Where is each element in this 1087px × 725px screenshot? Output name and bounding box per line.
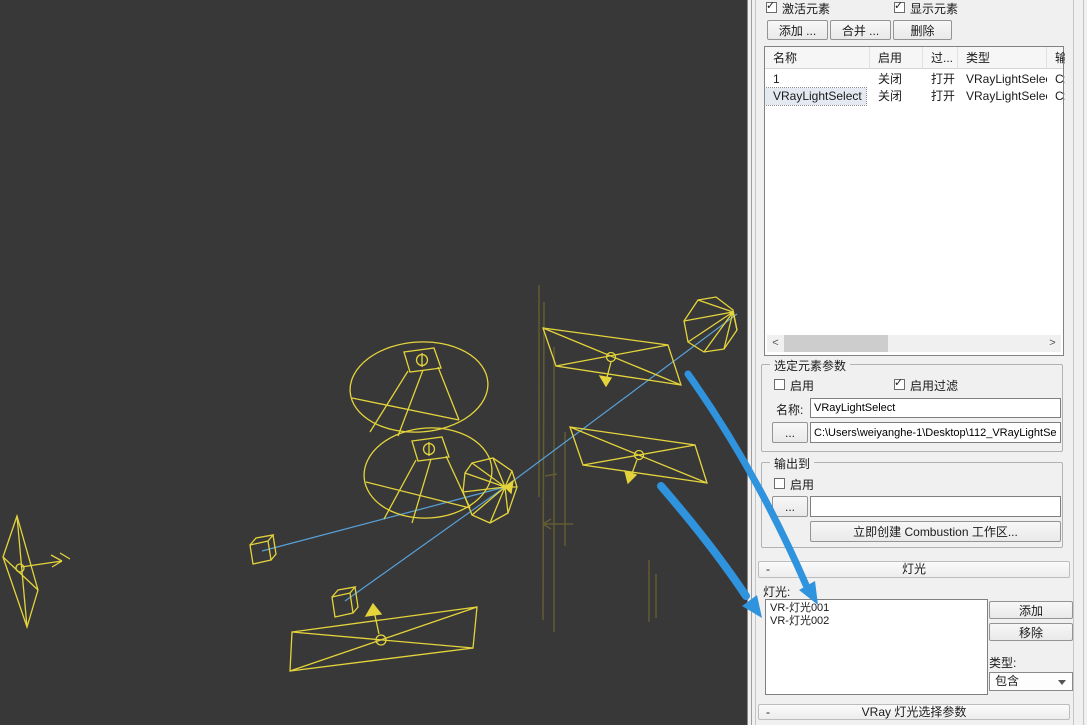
light-target-lines — [262, 314, 737, 601]
panel-edge-line-2 — [755, 0, 756, 725]
list-item[interactable]: VR-灯光001 — [770, 602, 983, 615]
cone-light-top-right[interactable] — [684, 297, 737, 352]
cell-filter[interactable]: 打开 — [923, 88, 958, 105]
disc-light-upper[interactable] — [347, 337, 491, 436]
delete-element-button[interactable]: 删除 — [893, 20, 952, 40]
3d-viewport[interactable] — [0, 0, 747, 725]
create-combustion-workspace-button[interactable]: 立即创建 Combustion 工作区... — [810, 521, 1061, 542]
cell-filter[interactable]: 打开 — [923, 71, 958, 88]
element-enable-label: 启用 — [790, 377, 814, 394]
element-name-input[interactable] — [810, 398, 1061, 418]
vray-light-select-params-rollout-bar[interactable]: - VRay 灯光选择参数 — [758, 704, 1070, 720]
panel-edge-line — [751, 0, 752, 725]
cell-output[interactable]: C:\ — [1047, 88, 1065, 105]
viewport-scene — [0, 0, 747, 725]
column-header-output[interactable]: 输 — [1047, 47, 1065, 69]
output-enable-label: 启用 — [790, 476, 814, 493]
column-header-filter[interactable]: 过... — [923, 47, 958, 69]
render-elements-panel: 激活元素 显示元素 添加 ... 合并 ... 删除 名称 启用 过... 类型… — [747, 0, 1087, 725]
lights-rollout-bar[interactable]: - 灯光 — [758, 561, 1070, 578]
element-enable-checkbox[interactable] — [774, 379, 785, 390]
lights-listbox[interactable]: VR-灯光001 VR-灯光002 — [765, 599, 988, 695]
output-path-input[interactable] — [810, 496, 1061, 517]
application-window: 激活元素 显示元素 添加 ... 合并 ... 删除 名称 启用 过... 类型… — [0, 0, 1087, 725]
chevron-down-icon — [1058, 680, 1066, 685]
panel-right-line — [1073, 0, 1074, 725]
column-header-type[interactable]: 类型 — [958, 47, 1047, 69]
plane-light-mid-right[interactable] — [570, 427, 707, 483]
scroll-right-icon[interactable]: > — [1044, 335, 1061, 352]
render-elements-table[interactable]: 名称 启用 过... 类型 输 1 关闭 打开 VRayLightSelect … — [764, 46, 1064, 356]
cell-type[interactable]: VRayLightSelect — [958, 88, 1047, 105]
plane-light-bottom[interactable] — [290, 604, 477, 671]
cell-type[interactable]: VRayLightSelect — [958, 71, 1047, 88]
column-header-enabled[interactable]: 启用 — [870, 47, 923, 69]
cell-enabled[interactable]: 关闭 — [870, 71, 923, 88]
display-elements-label: 显示元素 — [910, 0, 958, 17]
list-item[interactable]: VR-灯光002 — [770, 615, 983, 628]
cube-light-2[interactable] — [332, 587, 358, 617]
browse-path-button[interactable]: ... — [772, 422, 808, 443]
display-elements-checkbox[interactable] — [894, 2, 905, 13]
panel-right-line-2 — [1083, 0, 1084, 725]
activate-elements-checkbox[interactable] — [766, 2, 777, 13]
type-dropdown-value: 包含 — [995, 674, 1019, 688]
element-name-label: 名称: — [776, 401, 803, 418]
selected-element-params-title: 选定元素参数 — [770, 357, 850, 374]
output-browse-button[interactable]: ... — [772, 496, 808, 517]
scrollbar-thumb[interactable] — [784, 335, 888, 352]
plane-light-upper-right[interactable] — [543, 328, 681, 386]
type-dropdown[interactable]: 包含 — [989, 672, 1073, 691]
scroll-left-icon[interactable]: < — [767, 335, 784, 352]
type-label: 类型: — [989, 654, 1016, 671]
output-enable-checkbox[interactable] — [774, 478, 785, 489]
table-header[interactable]: 名称 启用 过... 类型 输 — [765, 47, 1063, 69]
activate-elements-label: 激活元素 — [782, 0, 830, 17]
table-row[interactable]: 1 关闭 打开 VRayLightSelect C:\ — [765, 71, 1063, 88]
merge-element-button[interactable]: 合并 ... — [830, 20, 891, 40]
add-element-button[interactable]: 添加 ... — [767, 20, 828, 40]
vray-light-select-params-title: VRay 灯光选择参数 — [759, 705, 1069, 720]
remove-light-button[interactable]: 移除 — [989, 623, 1073, 641]
column-header-name[interactable]: 名称 — [765, 47, 870, 69]
plane-light-left[interactable] — [3, 516, 70, 627]
cell-output[interactable]: C:\ — [1047, 71, 1065, 88]
enable-filter-checkbox[interactable] — [894, 379, 905, 390]
table-row[interactable]: VRayLightSelect 关闭 打开 VRayLightSelect C:… — [765, 88, 1063, 105]
cube-light-1[interactable] — [250, 535, 276, 564]
add-light-button[interactable]: 添加 — [989, 601, 1073, 619]
cell-name[interactable]: 1 — [765, 71, 870, 88]
output-to-title: 输出到 — [770, 455, 814, 472]
horizontal-scrollbar[interactable]: < > — [767, 335, 1061, 352]
element-path-input[interactable] — [810, 422, 1061, 443]
cell-name[interactable]: VRayLightSelect — [765, 88, 866, 105]
enable-filter-label: 启用过滤 — [910, 377, 958, 394]
lights-rollout-title: 灯光 — [759, 562, 1069, 577]
dim-scene-geometry[interactable] — [539, 285, 656, 632]
lights-list-label: 灯光: — [763, 583, 790, 600]
vray-light-wireframes[interactable] — [3, 297, 737, 671]
cell-enabled[interactable]: 关闭 — [870, 88, 923, 105]
